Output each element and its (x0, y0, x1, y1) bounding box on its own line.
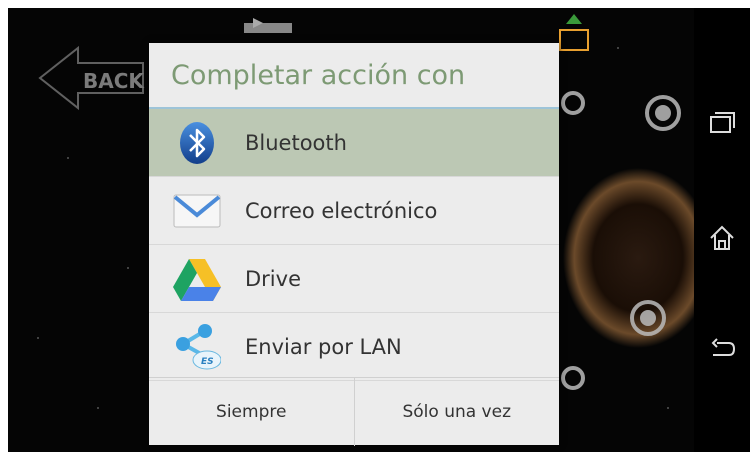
list-item-send-lan[interactable]: ES Enviar por LAN (149, 313, 559, 381)
bluetooth-icon (173, 120, 221, 166)
list-item-email[interactable]: Correo electrónico (149, 177, 559, 245)
navigation-bar (694, 8, 750, 452)
download-mail-icon (559, 14, 589, 51)
list-item-bluetooth[interactable]: Bluetooth (149, 109, 559, 177)
home-button[interactable] (702, 218, 742, 258)
ship-icon (244, 18, 292, 33)
app-list: Bluetooth Correo electrónico Drive ES En… (149, 109, 559, 381)
back-sign: BACK (38, 45, 145, 111)
list-item-drive[interactable]: Drive (149, 245, 559, 313)
always-button[interactable]: Siempre (149, 378, 354, 446)
recent-apps-button[interactable] (702, 103, 742, 143)
back-button[interactable] (702, 328, 742, 368)
svg-text:ES: ES (201, 357, 214, 367)
just-once-button[interactable]: Sólo una vez (355, 378, 560, 446)
item-label: Correo electrónico (245, 198, 438, 223)
chooser-dialog: Completar acción con Bluetooth Correo el… (149, 43, 559, 446)
es-share-lan-icon: ES (173, 324, 221, 370)
home-icon (710, 225, 734, 250)
back-sign-text: BACK (83, 69, 145, 93)
email-icon (173, 188, 221, 234)
item-label: Bluetooth (245, 130, 347, 155)
planet-glow (563, 168, 694, 348)
item-label: Enviar por LAN (245, 334, 402, 359)
dialog-footer: Siempre Sólo una vez (149, 377, 559, 446)
back-icon (711, 338, 736, 356)
drive-icon (173, 256, 221, 302)
item-label: Drive (245, 266, 301, 291)
dialog-title: Completar acción con (171, 59, 466, 91)
recent-apps-icon (710, 112, 735, 133)
